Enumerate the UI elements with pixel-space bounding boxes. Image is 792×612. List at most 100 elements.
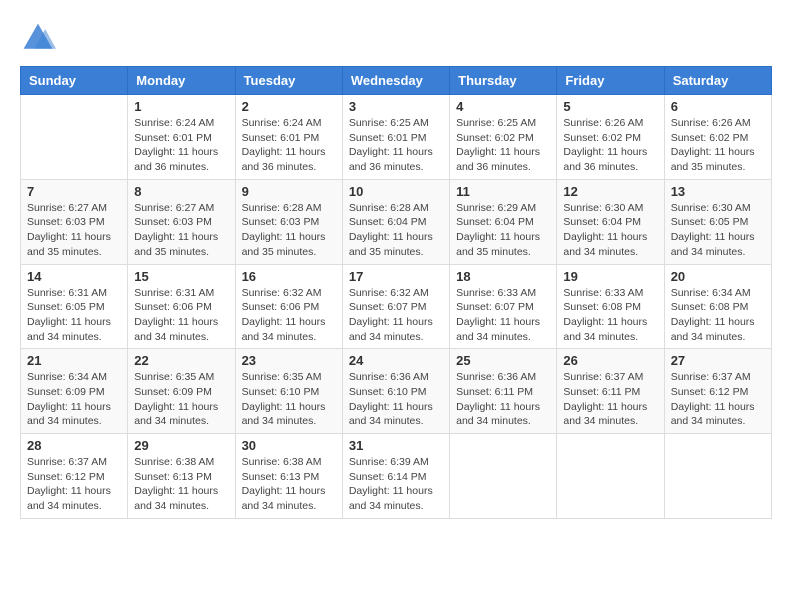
weekday-header-friday: Friday [557, 67, 664, 95]
day-info: Sunrise: 6:28 AM Sunset: 6:04 PM Dayligh… [349, 201, 443, 260]
calendar-week-5: 28 Sunrise: 6:37 AM Sunset: 6:12 PM Dayli… [21, 434, 772, 519]
weekday-header-wednesday: Wednesday [342, 67, 449, 95]
day-info: Sunrise: 6:27 AM Sunset: 6:03 PM Dayligh… [134, 201, 228, 260]
calendar-cell: 15Sunrise: 6:31 AM Sunset: 6:06 PM Dayli… [128, 264, 235, 349]
day-number: 10 [349, 184, 443, 199]
logo-icon [20, 20, 56, 56]
day-number: 23 [242, 353, 336, 368]
day-info: Sunrise: 6:31 AM Sunset: 6:05 PM Dayligh… [27, 286, 121, 345]
calendar-cell [21, 95, 128, 180]
calendar-cell [450, 434, 557, 519]
calendar-cell: 24 Sunrise: 6:36 AM Sunset: 6:10 PM Dayli… [342, 349, 449, 434]
day-number: 27 [671, 353, 765, 368]
calendar-cell: 5 Sunrise: 6:26 AM Sunset: 6:02 PM Daylig… [557, 95, 664, 180]
day-info: Sunrise: 6:34 AM Sunset: 6:09 PM Dayligh… [27, 370, 121, 429]
day-info: Sunrise: 6:26 AM Sunset: 6:02 PM Dayligh… [671, 116, 765, 175]
day-number: 5 [563, 99, 657, 114]
calendar-week-3: 14 Sunrise: 6:31 AM Sunset: 6:05 PM Dayli… [21, 264, 772, 349]
day-info: Sunrise: 6:29 AM Sunset: 6:04 PM Dayligh… [456, 201, 550, 260]
calendar-cell: 13 Sunrise: 6:30 AM Sunset: 6:05 PM Dayli… [664, 179, 771, 264]
calendar-week-1: 1Sunrise: 6:24 AM Sunset: 6:01 PM Daylig… [21, 95, 772, 180]
calendar-cell: 21 Sunrise: 6:34 AM Sunset: 6:09 PM Dayli… [21, 349, 128, 434]
day-number: 7 [27, 184, 121, 199]
day-number: 31 [349, 438, 443, 453]
day-number: 17 [349, 269, 443, 284]
day-number: 22 [134, 353, 228, 368]
calendar-cell: 14 Sunrise: 6:31 AM Sunset: 6:05 PM Dayli… [21, 264, 128, 349]
day-info: Sunrise: 6:39 AM Sunset: 6:14 PM Dayligh… [349, 455, 443, 514]
day-info: Sunrise: 6:38 AM Sunset: 6:13 PM Dayligh… [134, 455, 228, 514]
calendar-body: 1Sunrise: 6:24 AM Sunset: 6:01 PM Daylig… [21, 95, 772, 519]
day-number: 13 [671, 184, 765, 199]
day-number: 30 [242, 438, 336, 453]
day-info: Sunrise: 6:36 AM Sunset: 6:10 PM Dayligh… [349, 370, 443, 429]
day-number: 8 [134, 184, 228, 199]
day-info: Sunrise: 6:31 AM Sunset: 6:06 PM Dayligh… [134, 286, 228, 345]
calendar-header: SundayMondayTuesdayWednesdayThursdayFrid… [21, 67, 772, 95]
calendar-cell: 3Sunrise: 6:25 AM Sunset: 6:01 PM Daylig… [342, 95, 449, 180]
calendar-cell: 6Sunrise: 6:26 AM Sunset: 6:02 PM Daylig… [664, 95, 771, 180]
calendar-cell: 19 Sunrise: 6:33 AM Sunset: 6:08 PM Dayli… [557, 264, 664, 349]
day-number: 2 [242, 99, 336, 114]
calendar-table: SundayMondayTuesdayWednesdayThursdayFrid… [20, 66, 772, 519]
calendar-cell: 8 Sunrise: 6:27 AM Sunset: 6:03 PM Daylig… [128, 179, 235, 264]
weekday-header-row: SundayMondayTuesdayWednesdayThursdayFrid… [21, 67, 772, 95]
calendar-cell: 11 Sunrise: 6:29 AM Sunset: 6:04 PM Dayli… [450, 179, 557, 264]
calendar-cell: 16 Sunrise: 6:32 AM Sunset: 6:06 PM Dayli… [235, 264, 342, 349]
calendar-cell: 27 Sunrise: 6:37 AM Sunset: 6:12 PM Dayli… [664, 349, 771, 434]
page-header [20, 20, 772, 56]
calendar-cell: 2Sunrise: 6:24 AM Sunset: 6:01 PM Daylig… [235, 95, 342, 180]
day-info: Sunrise: 6:33 AM Sunset: 6:08 PM Dayligh… [563, 286, 657, 345]
day-info: Sunrise: 6:37 AM Sunset: 6:12 PM Dayligh… [27, 455, 121, 514]
day-info: Sunrise: 6:25 AM Sunset: 6:01 PM Dayligh… [349, 116, 443, 175]
calendar-cell: 4 Sunrise: 6:25 AM Sunset: 6:02 PM Daylig… [450, 95, 557, 180]
day-number: 14 [27, 269, 121, 284]
calendar-cell: 22Sunrise: 6:35 AM Sunset: 6:09 PM Dayli… [128, 349, 235, 434]
day-info: Sunrise: 6:38 AM Sunset: 6:13 PM Dayligh… [242, 455, 336, 514]
day-number: 29 [134, 438, 228, 453]
day-info: Sunrise: 6:26 AM Sunset: 6:02 PM Dayligh… [563, 116, 657, 175]
day-number: 12 [563, 184, 657, 199]
day-number: 28 [27, 438, 121, 453]
day-number: 11 [456, 184, 550, 199]
calendar-cell: 10 Sunrise: 6:28 AM Sunset: 6:04 PM Dayli… [342, 179, 449, 264]
day-number: 24 [349, 353, 443, 368]
calendar-cell: 23 Sunrise: 6:35 AM Sunset: 6:10 PM Dayli… [235, 349, 342, 434]
calendar-cell [557, 434, 664, 519]
weekday-header-tuesday: Tuesday [235, 67, 342, 95]
day-info: Sunrise: 6:37 AM Sunset: 6:12 PM Dayligh… [671, 370, 765, 429]
day-number: 16 [242, 269, 336, 284]
calendar-cell: 12 Sunrise: 6:30 AM Sunset: 6:04 PM Dayli… [557, 179, 664, 264]
day-number: 9 [242, 184, 336, 199]
day-info: Sunrise: 6:28 AM Sunset: 6:03 PM Dayligh… [242, 201, 336, 260]
calendar-cell: 17Sunrise: 6:32 AM Sunset: 6:07 PM Dayli… [342, 264, 449, 349]
calendar-cell: 28 Sunrise: 6:37 AM Sunset: 6:12 PM Dayli… [21, 434, 128, 519]
day-info: Sunrise: 6:25 AM Sunset: 6:02 PM Dayligh… [456, 116, 550, 175]
day-number: 4 [456, 99, 550, 114]
calendar-cell: 30 Sunrise: 6:38 AM Sunset: 6:13 PM Dayli… [235, 434, 342, 519]
calendar-cell: 7 Sunrise: 6:27 AM Sunset: 6:03 PM Daylig… [21, 179, 128, 264]
day-number: 21 [27, 353, 121, 368]
day-info: Sunrise: 6:30 AM Sunset: 6:04 PM Dayligh… [563, 201, 657, 260]
day-number: 19 [563, 269, 657, 284]
calendar-cell: 1Sunrise: 6:24 AM Sunset: 6:01 PM Daylig… [128, 95, 235, 180]
calendar-cell: 26Sunrise: 6:37 AM Sunset: 6:11 PM Dayli… [557, 349, 664, 434]
calendar-week-4: 21 Sunrise: 6:34 AM Sunset: 6:09 PM Dayli… [21, 349, 772, 434]
calendar-cell [664, 434, 771, 519]
weekday-header-sunday: Sunday [21, 67, 128, 95]
calendar-cell: 9 Sunrise: 6:28 AM Sunset: 6:03 PM Daylig… [235, 179, 342, 264]
day-info: Sunrise: 6:35 AM Sunset: 6:10 PM Dayligh… [242, 370, 336, 429]
day-number: 26 [563, 353, 657, 368]
day-info: Sunrise: 6:32 AM Sunset: 6:06 PM Dayligh… [242, 286, 336, 345]
calendar-cell: 29 Sunrise: 6:38 AM Sunset: 6:13 PM Dayli… [128, 434, 235, 519]
calendar-cell: 31 Sunrise: 6:39 AM Sunset: 6:14 PM Dayli… [342, 434, 449, 519]
weekday-header-monday: Monday [128, 67, 235, 95]
day-info: Sunrise: 6:27 AM Sunset: 6:03 PM Dayligh… [27, 201, 121, 260]
day-info: Sunrise: 6:34 AM Sunset: 6:08 PM Dayligh… [671, 286, 765, 345]
day-number: 25 [456, 353, 550, 368]
day-info: Sunrise: 6:36 AM Sunset: 6:11 PM Dayligh… [456, 370, 550, 429]
day-info: Sunrise: 6:30 AM Sunset: 6:05 PM Dayligh… [671, 201, 765, 260]
weekday-header-thursday: Thursday [450, 67, 557, 95]
calendar-cell: 18Sunrise: 6:33 AM Sunset: 6:07 PM Dayli… [450, 264, 557, 349]
day-number: 18 [456, 269, 550, 284]
